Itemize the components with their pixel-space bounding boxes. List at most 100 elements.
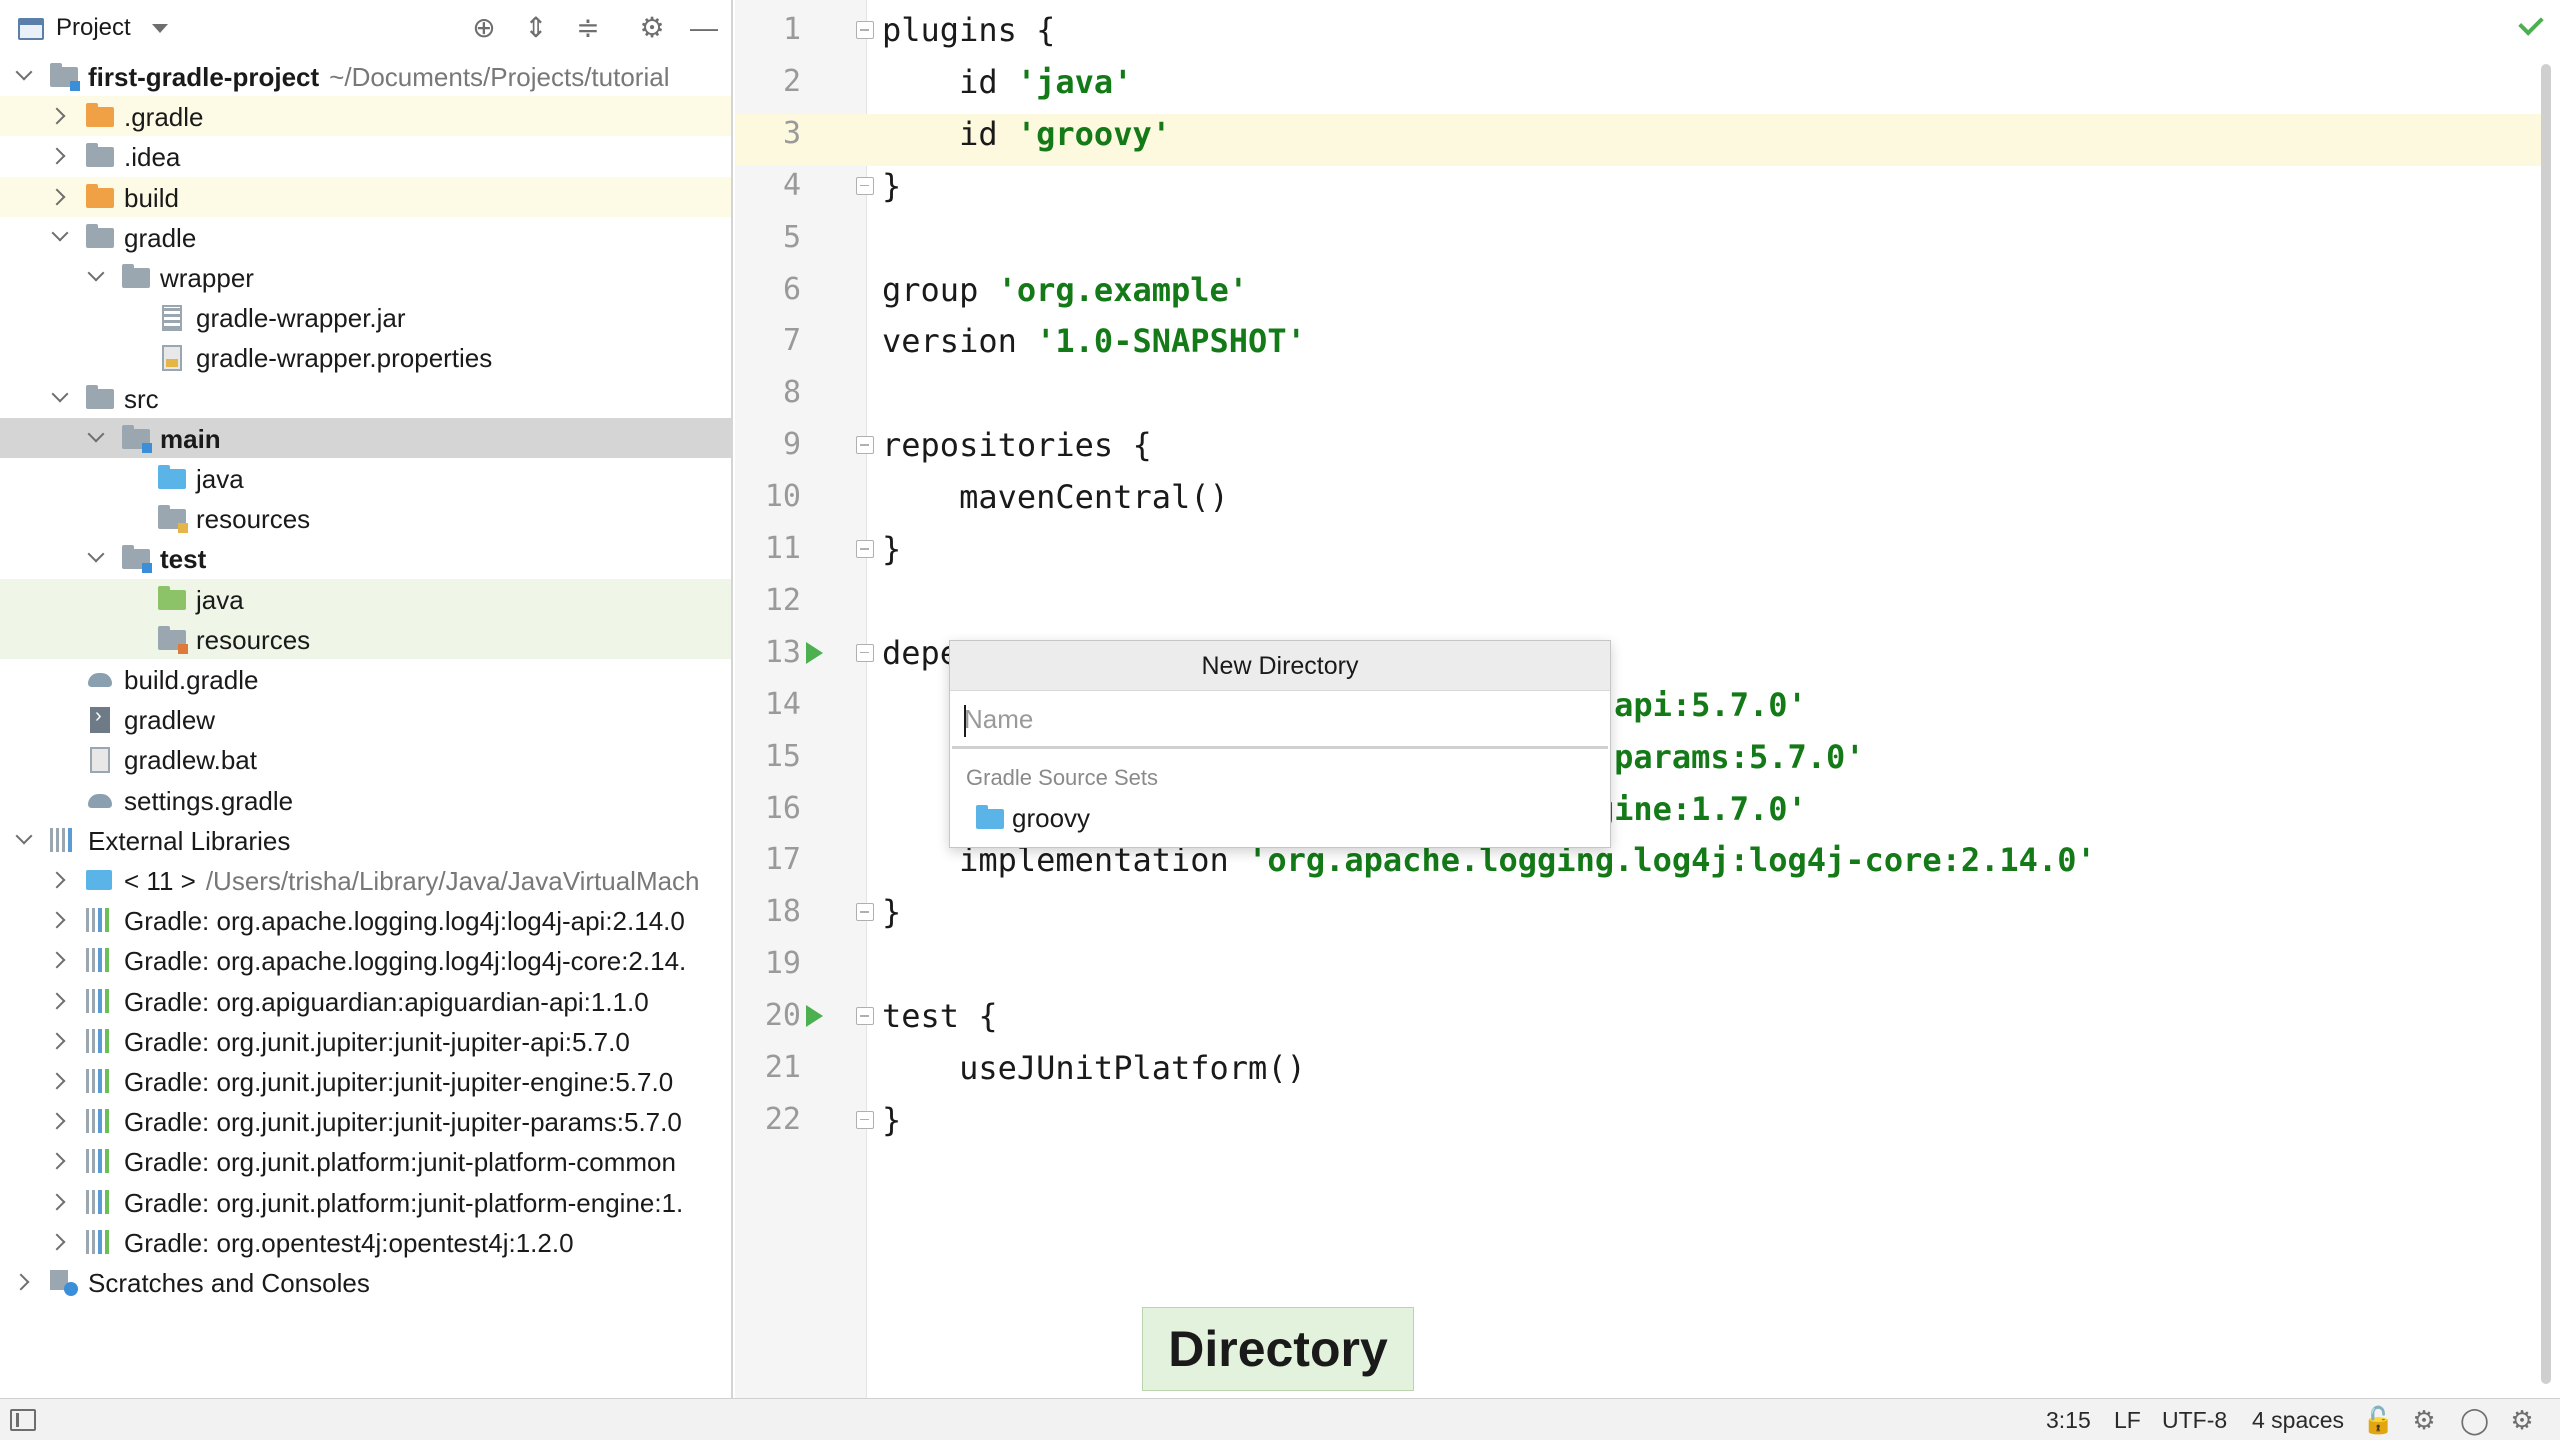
line-number[interactable]: 18 (735, 886, 801, 938)
lock-icon[interactable]: 🔓 (2362, 1407, 2394, 1433)
hide-icon[interactable]: — (688, 12, 720, 44)
chevron-down-icon[interactable] (88, 269, 102, 283)
fold-marker-icon[interactable] (856, 540, 874, 558)
memory-indicator-icon[interactable]: ◯ (2460, 1407, 2489, 1433)
tree-item[interactable]: < 11 > /Users/trisha/Library/Java/JavaVir… (0, 860, 731, 900)
tree-item[interactable]: resources (0, 498, 731, 538)
chevron-right-icon[interactable] (52, 1033, 66, 1047)
line-number[interactable]: 20 (735, 990, 801, 1042)
code-line[interactable]: depe (882, 627, 959, 679)
chevron-down-icon[interactable] (16, 832, 30, 846)
chevron-right-icon[interactable] (16, 1274, 30, 1288)
code-line[interactable]: group 'org.example' (882, 264, 1248, 316)
tree-item[interactable]: settings.gradle (0, 780, 731, 820)
line-number[interactable]: 19 (735, 938, 801, 990)
chevron-right-icon[interactable] (52, 108, 66, 122)
code-line[interactable]: useJUnitPlatform() (882, 1042, 1306, 1094)
tree-item[interactable]: resources (0, 618, 731, 659)
code-line[interactable]: } (882, 886, 901, 938)
code-line[interactable]: } (882, 523, 901, 575)
tree-item[interactable]: wrapper (0, 257, 731, 297)
tree-item[interactable]: first-gradle-project ~/Documents/Projects… (0, 56, 731, 96)
chevron-down-icon[interactable] (52, 229, 66, 243)
code-line[interactable]: repositories { (882, 419, 1152, 471)
indent-setting[interactable]: 4 spaces (2252, 1407, 2344, 1434)
chevron-right-icon[interactable] (52, 1073, 66, 1087)
tree-item[interactable]: Gradle: org.apache.logging.log4j:log4j-c… (0, 940, 731, 980)
tree-item[interactable]: gradlew (0, 699, 731, 739)
tree-item[interactable]: Gradle: org.junit.jupiter:junit-jupiter-… (0, 1101, 731, 1141)
code-line[interactable]: } (882, 1094, 901, 1146)
run-gutter-icon[interactable] (806, 1005, 823, 1028)
chevron-right-icon[interactable] (52, 1234, 66, 1248)
tree-item[interactable]: Gradle: org.apiguardian:apiguardian-api:… (0, 981, 731, 1021)
tree-item[interactable]: gradlew.bat (0, 739, 731, 779)
collapse-all-icon[interactable]: ≑ (572, 12, 604, 44)
code-line[interactable]: version '1.0-SNAPSHOT' (882, 315, 1306, 367)
chevron-right-icon[interactable] (52, 1153, 66, 1167)
source-set-item-groovy[interactable]: groovy (950, 795, 1610, 837)
fold-marker-icon[interactable] (856, 436, 874, 455)
tree-item[interactable]: src (0, 378, 731, 418)
line-number[interactable]: 6 (735, 264, 801, 316)
tool-window-toggle-icon[interactable] (10, 1409, 36, 1431)
tree-item[interactable]: Scratches and Consoles (0, 1262, 731, 1302)
line-number[interactable]: 17 (735, 834, 801, 886)
chevron-right-icon[interactable] (52, 189, 66, 203)
editor-scrollbar-thumb[interactable] (2541, 64, 2551, 1384)
line-number[interactable]: 5 (735, 212, 801, 264)
fold-marker-icon[interactable] (856, 176, 874, 195)
tree-item[interactable]: java (0, 578, 731, 619)
tree-item[interactable]: main (0, 417, 731, 458)
line-number[interactable]: 9 (735, 419, 801, 471)
chevron-down-icon[interactable] (88, 550, 102, 564)
line-number[interactable]: 14 (735, 679, 801, 731)
gear-icon[interactable]: ⚙ (636, 12, 668, 44)
tree-item[interactable]: Gradle: org.opentest4j:opentest4j:1.2.0 (0, 1222, 731, 1262)
line-number[interactable]: 21 (735, 1042, 801, 1094)
run-gutter-icon[interactable] (806, 641, 823, 664)
fold-marker-icon[interactable] (856, 21, 874, 39)
chevron-right-icon[interactable] (52, 952, 66, 966)
code-line[interactable]: id 'java' (882, 56, 1132, 108)
line-number[interactable]: 4 (735, 160, 801, 212)
line-number[interactable]: 13 (735, 627, 801, 679)
chevron-right-icon[interactable] (52, 912, 66, 926)
chevron-right-icon[interactable] (52, 1113, 66, 1127)
inspection-ok-icon[interactable] (2520, 14, 2544, 30)
tree-item[interactable]: java (0, 458, 731, 498)
tree-item[interactable]: gradle-wrapper.properties (0, 337, 731, 377)
caret-position[interactable]: 3:15 (2046, 1407, 2091, 1434)
code-line[interactable]: plugins { (882, 4, 1055, 56)
code-line[interactable]: mavenCentral() (882, 471, 1229, 523)
fold-marker-icon[interactable] (856, 1007, 874, 1026)
line-separator[interactable]: LF (2114, 1407, 2141, 1434)
tree-item[interactable]: build.gradle (0, 659, 731, 699)
tree-item[interactable]: Gradle: org.junit.jupiter:junit-jupiter-… (0, 1061, 731, 1101)
line-number[interactable]: 7 (735, 315, 801, 367)
tree-item[interactable]: gradle-wrapper.jar (0, 297, 731, 337)
line-number[interactable]: 3 (735, 108, 801, 160)
project-view-title[interactable]: Project (56, 14, 131, 42)
line-number[interactable]: 16 (735, 783, 801, 835)
chevron-down-icon[interactable] (16, 68, 30, 82)
line-number[interactable]: 11 (735, 523, 801, 575)
directory-name-input[interactable] (952, 693, 1608, 749)
line-number[interactable]: 2 (735, 56, 801, 108)
line-number[interactable]: 1 (735, 4, 801, 56)
fold-marker-icon[interactable] (856, 1110, 874, 1129)
tree-item[interactable]: gradle (0, 217, 731, 257)
line-number[interactable]: 8 (735, 367, 801, 419)
tree-item[interactable]: Gradle: org.junit.jupiter:junit-jupiter-… (0, 1021, 731, 1061)
code-line[interactable]: test { (882, 990, 998, 1042)
tree-item[interactable]: build (0, 176, 731, 217)
file-encoding[interactable]: UTF-8 (2162, 1407, 2227, 1434)
settings-icon[interactable]: ⚙ (2508, 1407, 2536, 1433)
expand-all-icon[interactable]: ⇕ (520, 12, 552, 44)
tree-item[interactable]: .idea (0, 136, 731, 176)
chevron-down-icon[interactable] (88, 430, 102, 444)
code-line[interactable]: id 'groovy' (882, 108, 1171, 160)
line-number[interactable]: 12 (735, 575, 801, 627)
line-number[interactable]: 10 (735, 471, 801, 523)
event-log-icon[interactable]: ⚙ (2410, 1407, 2438, 1433)
